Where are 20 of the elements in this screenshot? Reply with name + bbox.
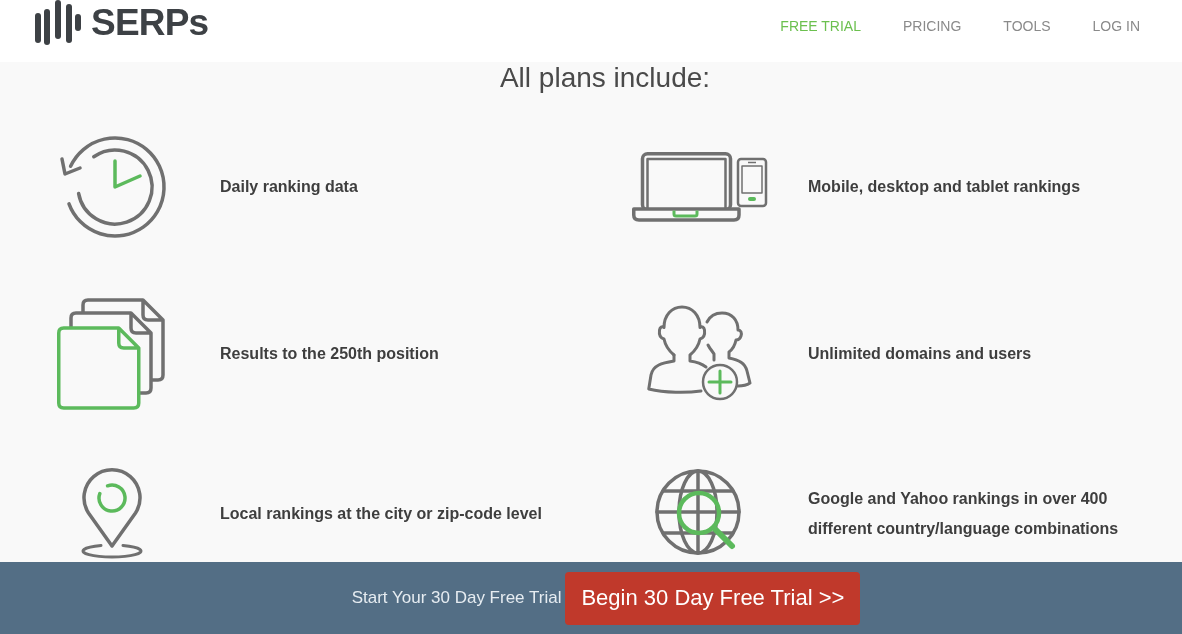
feature-text: Google and Yahoo rankings in over 400 different country/language combinations bbox=[808, 489, 1120, 539]
clock-arrow-icon bbox=[57, 134, 167, 240]
feature-text: Unlimited domains and users bbox=[808, 344, 1032, 364]
documents-icon bbox=[57, 298, 167, 410]
feature-text: Local rankings at the city or zip-code level bbox=[220, 504, 542, 524]
nav-link[interactable]: FREE TRIAL bbox=[780, 17, 861, 35]
map-pin-icon bbox=[80, 468, 144, 560]
nav-link[interactable]: TOOLS bbox=[1003, 17, 1051, 35]
nav-link[interactable]: LOG IN bbox=[1092, 17, 1140, 35]
cta-text: Start Your 30 Day Free Trial bbox=[351, 588, 562, 608]
feature-text: Mobile, desktop and tablet rankings bbox=[808, 177, 1081, 197]
feature-text: Results to the 250th position bbox=[220, 344, 439, 364]
laptop-phone-icon bbox=[632, 152, 768, 222]
section-heading: All plans include: bbox=[498, 62, 712, 94]
logo-bars-icon bbox=[34, 0, 82, 46]
users-plus-icon bbox=[647, 305, 753, 403]
nav-link[interactable]: PRICING bbox=[903, 17, 962, 35]
free-trial-button[interactable]: Begin 30 Day Free Trial >> bbox=[565, 571, 861, 625]
feature-text: Daily ranking data bbox=[220, 177, 358, 197]
logo-text: SERPs bbox=[91, 1, 209, 45]
